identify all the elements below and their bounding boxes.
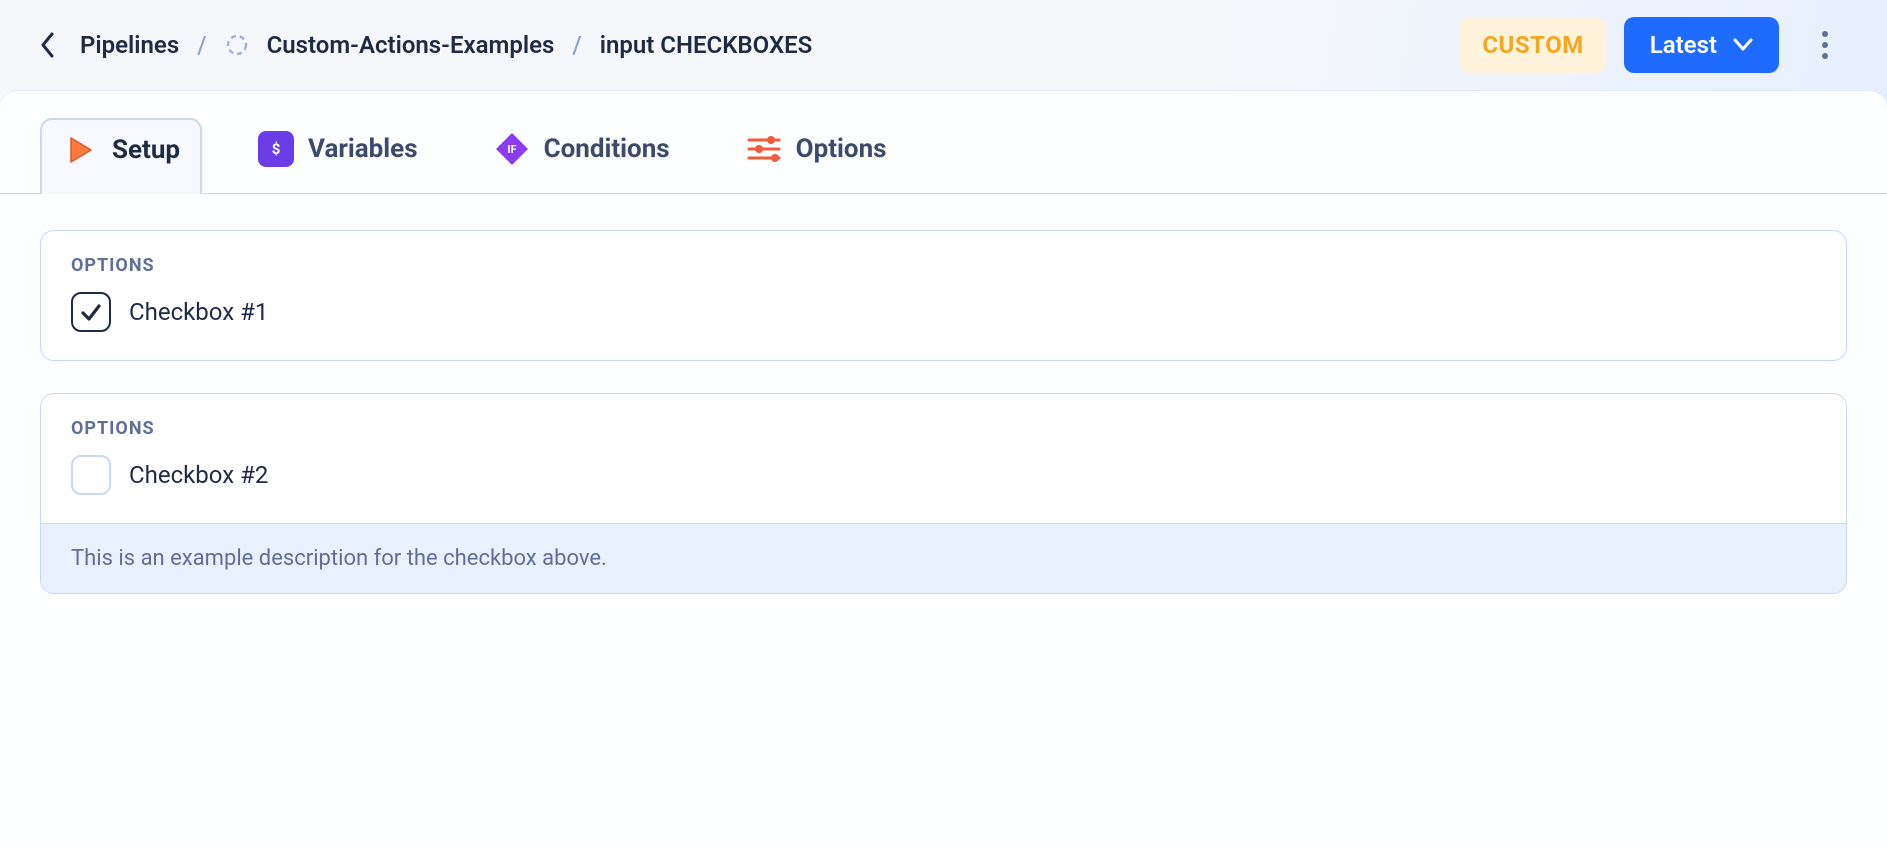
if-icon: IF [494,131,530,167]
tab-bar: Setup $ Variables IF Conditions [0,91,1887,194]
project-icon [225,33,249,57]
breadcrumb-current: input CHECKBOXES [600,31,813,59]
dollar-icon: $ [258,131,294,167]
options-panel-2: OPTIONS Checkbox #2 This is an example d… [40,393,1847,594]
panel-title: OPTIONS [71,418,1816,439]
breadcrumb-root[interactable]: Pipelines [80,31,179,59]
header-controls: CUSTOM Latest [1460,17,1853,73]
tab-label: Setup [112,135,180,165]
sliders-icon [746,131,782,167]
play-icon [62,132,98,168]
panels: OPTIONS Checkbox #1 OPTIONS Checkbox #2 [0,194,1887,630]
checkbox-1[interactable] [71,292,111,332]
tab-label: Variables [308,134,418,164]
checkbox-label: Checkbox #1 [129,298,268,326]
options-panel-1: OPTIONS Checkbox #1 [40,230,1847,361]
more-menu-button[interactable] [1797,17,1853,73]
svg-text:IF: IF [507,143,516,156]
breadcrumb: Pipelines / Custom-Actions-Examples / in… [34,31,812,59]
checkbox-row-2[interactable]: Checkbox #2 [71,455,1816,495]
custom-badge: CUSTOM [1460,17,1605,73]
content-sheet: Setup $ Variables IF Conditions [0,90,1887,847]
breadcrumb-separator: / [572,31,581,59]
svg-text:$: $ [272,140,281,158]
panel-description: This is an example description for the c… [41,523,1846,593]
tab-setup[interactable]: Setup [40,118,202,194]
checkbox-label: Checkbox #2 [129,461,268,489]
dots-vertical-icon [1821,30,1829,60]
tab-label: Options [796,134,887,164]
chevron-left-icon [40,32,56,58]
check-icon [79,300,103,324]
back-button[interactable] [34,31,62,59]
top-bar: Pipelines / Custom-Actions-Examples / in… [0,0,1887,90]
checkbox-2[interactable] [71,455,111,495]
tab-options[interactable]: Options [726,117,907,193]
version-label: Latest [1650,31,1717,59]
version-dropdown[interactable]: Latest [1624,17,1779,73]
tab-variables[interactable]: $ Variables [238,117,438,193]
chevron-down-icon [1733,38,1753,52]
panel-title: OPTIONS [71,255,1816,276]
breadcrumb-separator: / [197,31,206,59]
tab-conditions[interactable]: IF Conditions [474,117,690,193]
checkbox-row-1[interactable]: Checkbox #1 [71,292,1816,332]
tab-label: Conditions [544,134,670,164]
breadcrumb-project[interactable]: Custom-Actions-Examples [267,31,555,59]
